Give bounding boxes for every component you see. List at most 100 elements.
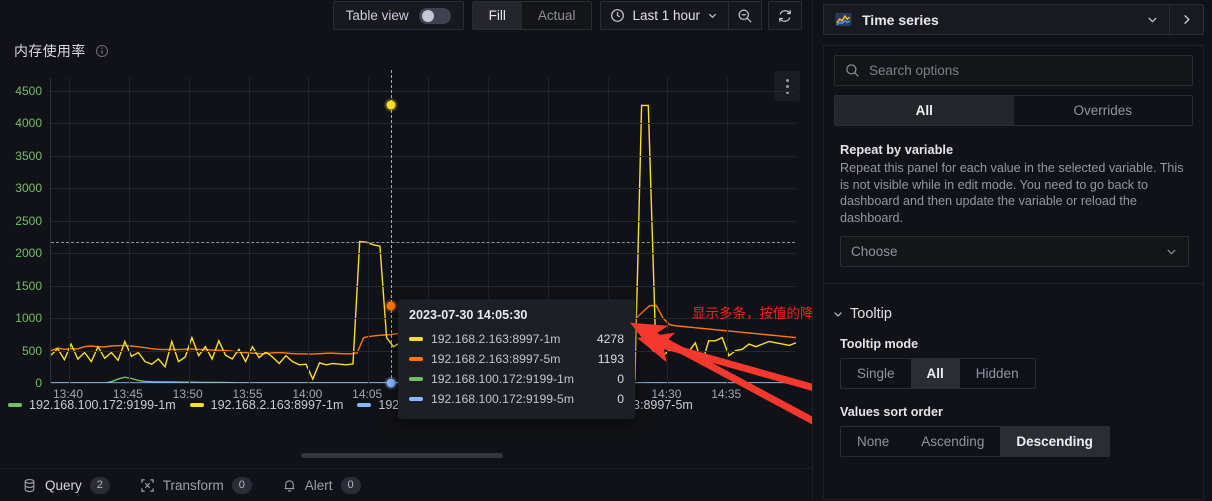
gridline	[51, 90, 795, 92]
chart-tooltip: 2023-07-30 14:05:30 192.168.2.163:8997-1…	[398, 299, 635, 419]
chevron-down-icon	[832, 308, 844, 320]
info-icon[interactable]	[95, 44, 109, 58]
values-sort-order-field: Values sort order None Ascending Descendin…	[828, 405, 1189, 457]
tab-query[interactable]: Query 2	[16, 469, 116, 501]
tooltip-series-value: 1193	[597, 352, 624, 366]
tooltip-section-title: Tooltip	[850, 305, 892, 322]
section-divider	[824, 282, 1203, 284]
gridline	[51, 188, 795, 190]
panel-header: 内存使用率	[0, 31, 812, 71]
tooltip-mode-option-hidden[interactable]: Hidden	[960, 359, 1035, 388]
tooltip-row: 192.168.2.163:8997-1m 4278	[409, 329, 624, 349]
tab-badge: 0	[340, 476, 361, 494]
tab-transform[interactable]: Transform 0	[140, 469, 252, 501]
y-axis-tick: 3500	[15, 148, 42, 163]
bell-icon	[282, 478, 297, 493]
legend-item[interactable]: 192.168.100.172:9199-1m	[8, 398, 176, 412]
sort-order-option-none[interactable]: None	[841, 427, 905, 456]
options-tabs: All Overrides	[834, 95, 1193, 126]
legend-color-swatch	[8, 403, 22, 407]
tooltip-series-value: 4278	[596, 332, 624, 346]
time-range-picker[interactable]: Last 1 hour	[600, 1, 728, 30]
query-editor-tabs: Query 2 Transform 0 Alert 0	[0, 468, 812, 501]
tooltip-timestamp: 2023-07-30 14:05:30	[409, 308, 528, 322]
options-tab-overrides[interactable]: Overrides	[1014, 96, 1193, 125]
legend-label: 192.168.2.163:8997-1m	[210, 398, 344, 412]
gridline	[51, 123, 795, 125]
chevron-down-icon[interactable]	[1135, 5, 1169, 34]
time-series-icon	[835, 11, 852, 28]
search-placeholder: Search options	[869, 63, 960, 78]
table-view-toggle[interactable]: Table view	[332, 1, 464, 30]
visualization-picker[interactable]: Time series	[823, 4, 1204, 35]
tooltip-row: 192.168.2.163:8997-5m 1193	[409, 349, 624, 369]
y-axis: 0 500 1000 1500 2000 2500 3000 3500 4000 4500	[0, 78, 48, 390]
chevron-down-icon	[707, 10, 718, 21]
y-axis-tick: 2500	[15, 213, 42, 228]
y-axis-tick: 1500	[15, 278, 42, 293]
gridline	[51, 155, 795, 157]
tooltip-color-swatch	[409, 397, 423, 401]
time-controls: Last 1 hour	[600, 1, 802, 30]
tab-label: Transform	[162, 477, 224, 493]
tooltip-color-swatch	[409, 357, 423, 361]
repeat-variable-select[interactable]: Choose	[840, 235, 1189, 267]
fill-button[interactable]: Fill	[472, 2, 522, 29]
repeat-variable-value: Choose	[851, 243, 898, 259]
search-icon	[845, 63, 860, 78]
repeat-title: Repeat by variable	[840, 142, 954, 157]
zoom-out-button[interactable]	[728, 1, 762, 30]
visualization-panel: 内存使用率 0 500 1000 1500 2000 2500 3000 3500 4000 45…	[0, 31, 812, 441]
y-axis-tick: 3000	[15, 181, 42, 196]
panel-edit-toolbar: Table view Fill Actual Last 1 hour	[0, 0, 812, 31]
values-sort-order-radio-group[interactable]: None Ascending Descending	[840, 425, 1110, 457]
tooltip-row: 192.168.100.172:9199-5m 0	[409, 389, 624, 409]
table-view-switch[interactable]	[418, 7, 451, 24]
options-body: Search options All Overrides Repeat by va…	[823, 45, 1204, 500]
sort-order-option-ascending[interactable]: Ascending	[905, 427, 1000, 456]
search-options-field[interactable]: Search options	[834, 55, 1193, 86]
panel-resize-handle[interactable]	[301, 453, 503, 458]
cursor-line	[391, 70, 392, 383]
tooltip-mode-label: Tooltip mode	[840, 336, 919, 351]
repeat-by-variable-section: Repeat by variable Repeat this panel for…	[824, 142, 1203, 267]
sort-order-option-descending[interactable]: Descending	[1000, 426, 1109, 456]
page-title: 内存使用率	[14, 43, 86, 59]
tab-label: Query	[45, 477, 82, 493]
tooltip-section-header[interactable]: Tooltip	[828, 300, 1189, 324]
gridline	[51, 220, 795, 222]
tooltip-series-name: 192.168.100.172:9199-1m	[431, 372, 574, 386]
options-pane: Time series Search options All Overrides…	[812, 0, 1212, 501]
transform-icon	[140, 478, 155, 493]
repeat-description: Repeat this panel for each value in the …	[840, 161, 1184, 226]
tooltip-color-swatch	[409, 337, 423, 341]
time-range-label: Last 1 hour	[632, 8, 700, 23]
tooltip-mode-option-single[interactable]: Single	[841, 359, 911, 388]
chevron-right-icon[interactable]	[1169, 5, 1203, 34]
y-axis-tick: 500	[21, 343, 42, 358]
tooltip-series-name: 192.168.100.172:9199-5m	[431, 392, 574, 406]
refresh-button[interactable]	[768, 1, 802, 30]
tooltip-row: 192.168.100.172:9199-1m 0	[409, 369, 624, 389]
tab-badge: 0	[231, 476, 252, 494]
actual-button[interactable]: Actual	[522, 2, 592, 29]
tooltip-series-name: 192.168.2.163:8997-5m	[431, 352, 561, 366]
tooltip-mode-radio-group[interactable]: Single All Hidden	[840, 357, 1036, 389]
threshold-line	[51, 241, 795, 243]
tab-label: Alert	[304, 477, 333, 493]
legend-item[interactable]: 192.168.2.163:8997-1m	[189, 398, 344, 412]
gridline	[51, 253, 795, 255]
tooltip-series-value: 0	[617, 392, 624, 406]
values-sort-order-label: Values sort order	[840, 404, 943, 419]
visualization-name: Time series	[862, 11, 939, 28]
y-axis-tick: 0	[35, 376, 42, 390]
data-point-yellow	[386, 100, 396, 110]
options-tab-all[interactable]: All	[835, 96, 1014, 125]
tooltip-section: Tooltip Tooltip mode Single All Hidden Val…	[824, 300, 1203, 457]
fill-actual-segment[interactable]: Fill Actual	[471, 1, 593, 30]
tooltip-mode-option-all[interactable]: All	[910, 358, 960, 388]
chevron-down-icon	[1165, 245, 1178, 258]
tab-alert[interactable]: Alert 0	[282, 469, 361, 501]
tooltip-mode-field: Tooltip mode Single All Hidden	[828, 337, 1189, 389]
gridline	[51, 285, 795, 287]
